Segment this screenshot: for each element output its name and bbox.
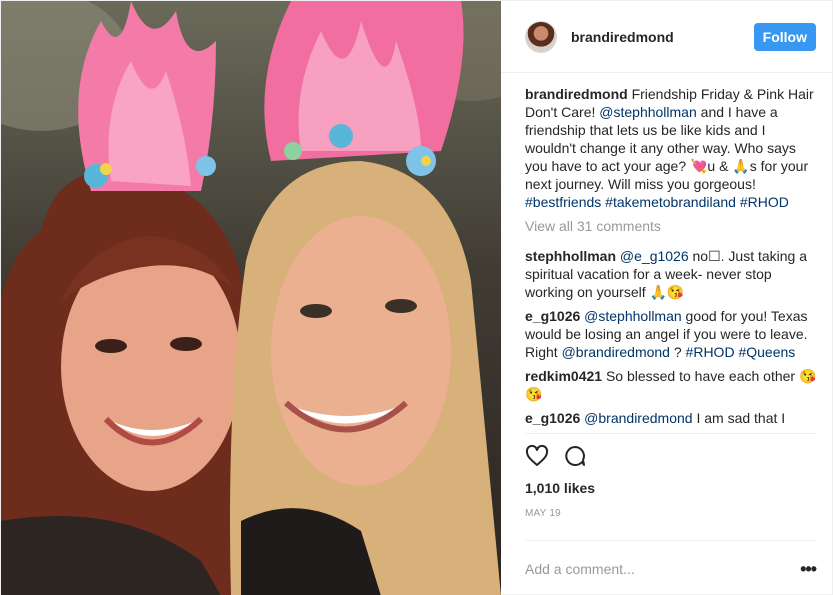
comment-username[interactable]: e_g1026 <box>525 410 580 426</box>
comment-mention[interactable]: @brandiredmond <box>584 410 692 426</box>
comments-section: brandiredmond Friendship Friday & Pink H… <box>501 73 832 433</box>
post-header: brandiredmond Follow <box>501 1 832 73</box>
follow-button[interactable]: Follow <box>753 22 816 51</box>
more-options-icon[interactable]: ••• <box>800 560 817 578</box>
selfie-illustration <box>1 1 501 595</box>
action-bar <box>525 433 816 480</box>
header-username[interactable]: brandiredmond <box>571 29 754 45</box>
post-photo[interactable] <box>1 1 501 595</box>
comment-mention[interactable]: @brandiredmond <box>562 344 670 360</box>
caption: brandiredmond Friendship Friday & Pink H… <box>525 85 820 211</box>
comment-text: ? <box>669 344 686 360</box>
post-sidebar: brandiredmond Follow brandiredmond Frien… <box>501 1 832 595</box>
caption-hashtag[interactable]: #bestfriends <box>525 194 601 210</box>
heart-icon[interactable] <box>525 444 549 471</box>
comment-bubble-icon[interactable] <box>563 444 587 471</box>
caption-hashtag[interactable]: #RHOD <box>740 194 789 210</box>
caption-username[interactable]: brandiredmond <box>525 86 628 102</box>
caption-mention[interactable]: @stephhollman <box>599 104 697 120</box>
likes-count[interactable]: 1,010 likes <box>525 480 832 500</box>
avatar[interactable] <box>525 20 557 53</box>
comment-username[interactable]: redkim0421 <box>525 368 602 384</box>
comment-username[interactable]: stephhollman <box>525 248 616 264</box>
comment: stephhollman @e_g1026 no☐. Just taking a… <box>525 247 820 301</box>
caption-hashtag[interactable]: #takemetobrandiland <box>605 194 736 210</box>
comment: e_g1026 @brandiredmond I am sad that I <box>525 409 820 427</box>
comment-username[interactable]: e_g1026 <box>525 308 580 324</box>
comment-hashtag[interactable]: #Queens <box>738 344 795 360</box>
post-date[interactable]: MAY 19 <box>525 508 832 522</box>
comment-hashtag[interactable]: #RHOD <box>686 344 735 360</box>
view-all-comments-link[interactable]: View all 31 comments <box>525 217 820 235</box>
comment-mention[interactable]: @e_g1026 <box>620 248 689 264</box>
add-comment-bar: ••• <box>525 540 817 595</box>
comment: redkim0421 So blessed to have each other… <box>525 367 820 403</box>
instagram-post: brandiredmond Follow brandiredmond Frien… <box>0 0 833 595</box>
add-comment-input[interactable] <box>525 560 765 577</box>
comment: e_g1026 @stephhollman good for you! Texa… <box>525 307 820 361</box>
comment-text: I am sad that I <box>692 410 786 426</box>
comment-mention[interactable]: @stephhollman <box>584 308 682 324</box>
